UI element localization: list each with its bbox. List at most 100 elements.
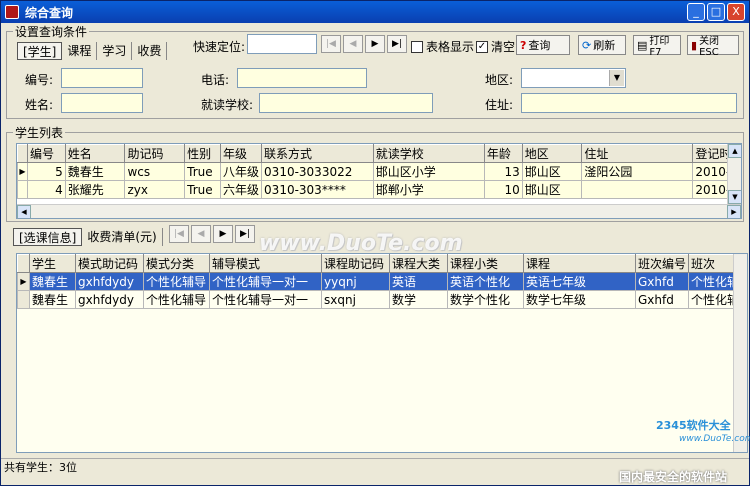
- cell[interactable]: zyx: [124, 180, 186, 199]
- col-header[interactable]: 助记码: [124, 144, 186, 163]
- cell[interactable]: wcs: [124, 162, 186, 181]
- col-header[interactable]: 课程: [523, 254, 636, 273]
- cell[interactable]: 个性化辅导: [143, 290, 210, 309]
- col-header[interactable]: 课程大类: [389, 254, 448, 273]
- table-show-checkbox[interactable]: 表格显示: [411, 38, 474, 55]
- address-input[interactable]: [521, 93, 737, 113]
- cell[interactable]: yyqnj: [321, 272, 390, 291]
- cell[interactable]: 13: [483, 162, 523, 181]
- id-input[interactable]: [61, 68, 143, 88]
- cell[interactable]: 10: [483, 180, 523, 199]
- quick-locate-input[interactable]: [247, 34, 317, 54]
- cell[interactable]: Gxhfd: [634, 272, 690, 291]
- tab-course[interactable]: 课程: [62, 42, 98, 60]
- cell[interactable]: 魏春生: [64, 162, 126, 181]
- cell[interactable]: 数学个性化: [447, 290, 524, 309]
- clear-box[interactable]: ✓: [476, 40, 488, 53]
- nav-next-button[interactable]: ▶: [365, 35, 385, 53]
- cell[interactable]: 个性化辅导: [143, 272, 210, 291]
- print-button[interactable]: ▤ 打印F7: [633, 35, 681, 58]
- lower-nav-last[interactable]: ▶|: [235, 225, 255, 243]
- cell[interactable]: 八年级: [220, 162, 263, 181]
- col-header[interactable]: 联系方式: [261, 144, 374, 163]
- table-row[interactable]: 魏春生 gxhfdydy 个性化辅导 个性化辅导一对一 sxqnj 数学 数学个性化 数学七年…: [17, 290, 743, 309]
- cell[interactable]: 魏春生: [29, 272, 76, 291]
- col-header[interactable]: 编号: [26, 144, 66, 163]
- scroll-down-icon[interactable]: ▼: [728, 190, 741, 204]
- cell[interactable]: 英语: [389, 272, 448, 291]
- tab-fee-list[interactable]: 收费清单(元): [82, 228, 163, 246]
- student-grid[interactable]: 编号 姓名 助记码 性别 年级 联系方式 就读学校 年龄 地区 住址 登记时 ▶ 5 魏春生 wcs Tr…: [16, 143, 742, 219]
- cell[interactable]: sxqnj: [321, 290, 390, 309]
- nav-last-button[interactable]: ▶|: [387, 35, 407, 53]
- cell[interactable]: 数学: [389, 290, 448, 309]
- cell[interactable]: 邯郸小学: [372, 180, 485, 199]
- col-header[interactable]: 课程小类: [447, 254, 524, 273]
- cell[interactable]: True: [184, 162, 222, 181]
- close-window-button[interactable]: X: [727, 3, 745, 21]
- close-button[interactable]: ▮ 关闭ESC: [687, 35, 739, 58]
- lower-nav-prev[interactable]: ◀: [191, 225, 211, 243]
- col-header[interactable]: 年级: [220, 144, 263, 163]
- scroll-left-icon[interactable]: ◀: [17, 205, 31, 218]
- cell[interactable]: True: [184, 180, 222, 199]
- cell[interactable]: 数学七年级: [523, 290, 636, 309]
- col-header[interactable]: 就读学校: [372, 144, 485, 163]
- cell[interactable]: 0310-3033022: [261, 162, 374, 181]
- dropdown-arrow-icon[interactable]: ▼: [609, 70, 624, 86]
- col-header[interactable]: 年龄: [483, 144, 523, 163]
- scroll-up-icon[interactable]: ▲: [728, 144, 741, 158]
- title-bar[interactable]: 综合查询 _ □ X: [1, 1, 749, 23]
- cell[interactable]: 5: [26, 162, 66, 181]
- cell[interactable]: Gxhfd: [634, 290, 690, 309]
- student-hscroll[interactable]: ◀ ▶: [17, 204, 741, 218]
- cell[interactable]: 滏阳公园: [581, 162, 694, 181]
- phone-input[interactable]: [237, 68, 367, 88]
- cell[interactable]: 邯山区小学: [372, 162, 485, 181]
- region-select[interactable]: ▼: [521, 68, 626, 88]
- nav-first-button[interactable]: |◀: [321, 35, 341, 53]
- cell[interactable]: 4: [26, 180, 66, 199]
- cell[interactable]: 六年级: [220, 180, 263, 199]
- cell[interactable]: 邯山区: [521, 180, 583, 199]
- table-row[interactable]: 4 张耀先 zyx True 六年级 0310-303**** 邯郸小学 10 邯山区 2010-…: [17, 180, 741, 199]
- cell[interactable]: 个性化辅导一对一: [209, 272, 322, 291]
- table-row[interactable]: ▶ 5 魏春生 wcs True 八年级 0310-3033022 邯山区小学 13 邯山区 滏阳…: [17, 162, 741, 181]
- tab-course-info[interactable]: [选课信息]: [13, 228, 83, 246]
- tab-student[interactable]: [学生]: [17, 42, 63, 60]
- col-header[interactable]: 性别: [184, 144, 222, 163]
- col-header[interactable]: 辅导模式: [209, 254, 322, 273]
- cell[interactable]: 个性化辅导一对一: [209, 290, 322, 309]
- cell[interactable]: 英语个性化: [447, 272, 524, 291]
- cell[interactable]: 0310-303****: [261, 180, 374, 199]
- table-row[interactable]: ▶ 魏春生 gxhfdydy 个性化辅导 个性化辅导一对一 yyqnj 英语 英语个性化 英语…: [17, 272, 743, 291]
- refresh-button[interactable]: ⟳ 刷新: [578, 35, 626, 55]
- col-header[interactable]: 地区: [521, 144, 583, 163]
- col-header[interactable]: 住址: [581, 144, 694, 163]
- query-button[interactable]: ? 查询: [516, 35, 570, 55]
- scroll-right-icon[interactable]: ▶: [727, 205, 741, 218]
- cell[interactable]: gxhfdydy: [75, 272, 144, 291]
- school-input[interactable]: [259, 93, 433, 113]
- cell[interactable]: gxhfdydy: [75, 290, 144, 309]
- student-vscroll[interactable]: ▲ ▼: [727, 144, 741, 204]
- course-vscroll[interactable]: [733, 254, 747, 452]
- table-show-box[interactable]: [411, 40, 423, 53]
- course-grid[interactable]: 学生 模式助记码 模式分类 辅导模式 课程助记码 课程大类 课程小类 课程 班次编号 班次 ▶ 魏…: [16, 253, 748, 453]
- clear-checkbox[interactable]: ✓ 清空: [476, 38, 515, 55]
- cell[interactable]: 邯山区: [521, 162, 583, 181]
- cell[interactable]: 张耀先: [64, 180, 126, 199]
- nav-prev-button[interactable]: ◀: [343, 35, 363, 53]
- col-header[interactable]: 模式分类: [143, 254, 210, 273]
- cell[interactable]: 英语七年级: [523, 272, 636, 291]
- maximize-button[interactable]: □: [707, 3, 725, 21]
- cell[interactable]: 魏春生: [29, 290, 76, 309]
- col-header[interactable]: 学生: [29, 254, 76, 273]
- tab-fee[interactable]: 收费: [132, 42, 168, 60]
- lower-nav-first[interactable]: |◀: [169, 225, 189, 243]
- col-header[interactable]: 模式助记码: [75, 254, 144, 273]
- cell[interactable]: [581, 180, 694, 199]
- minimize-button[interactable]: _: [687, 3, 705, 21]
- name-input[interactable]: [61, 93, 143, 113]
- col-header[interactable]: 班次编号: [634, 254, 690, 273]
